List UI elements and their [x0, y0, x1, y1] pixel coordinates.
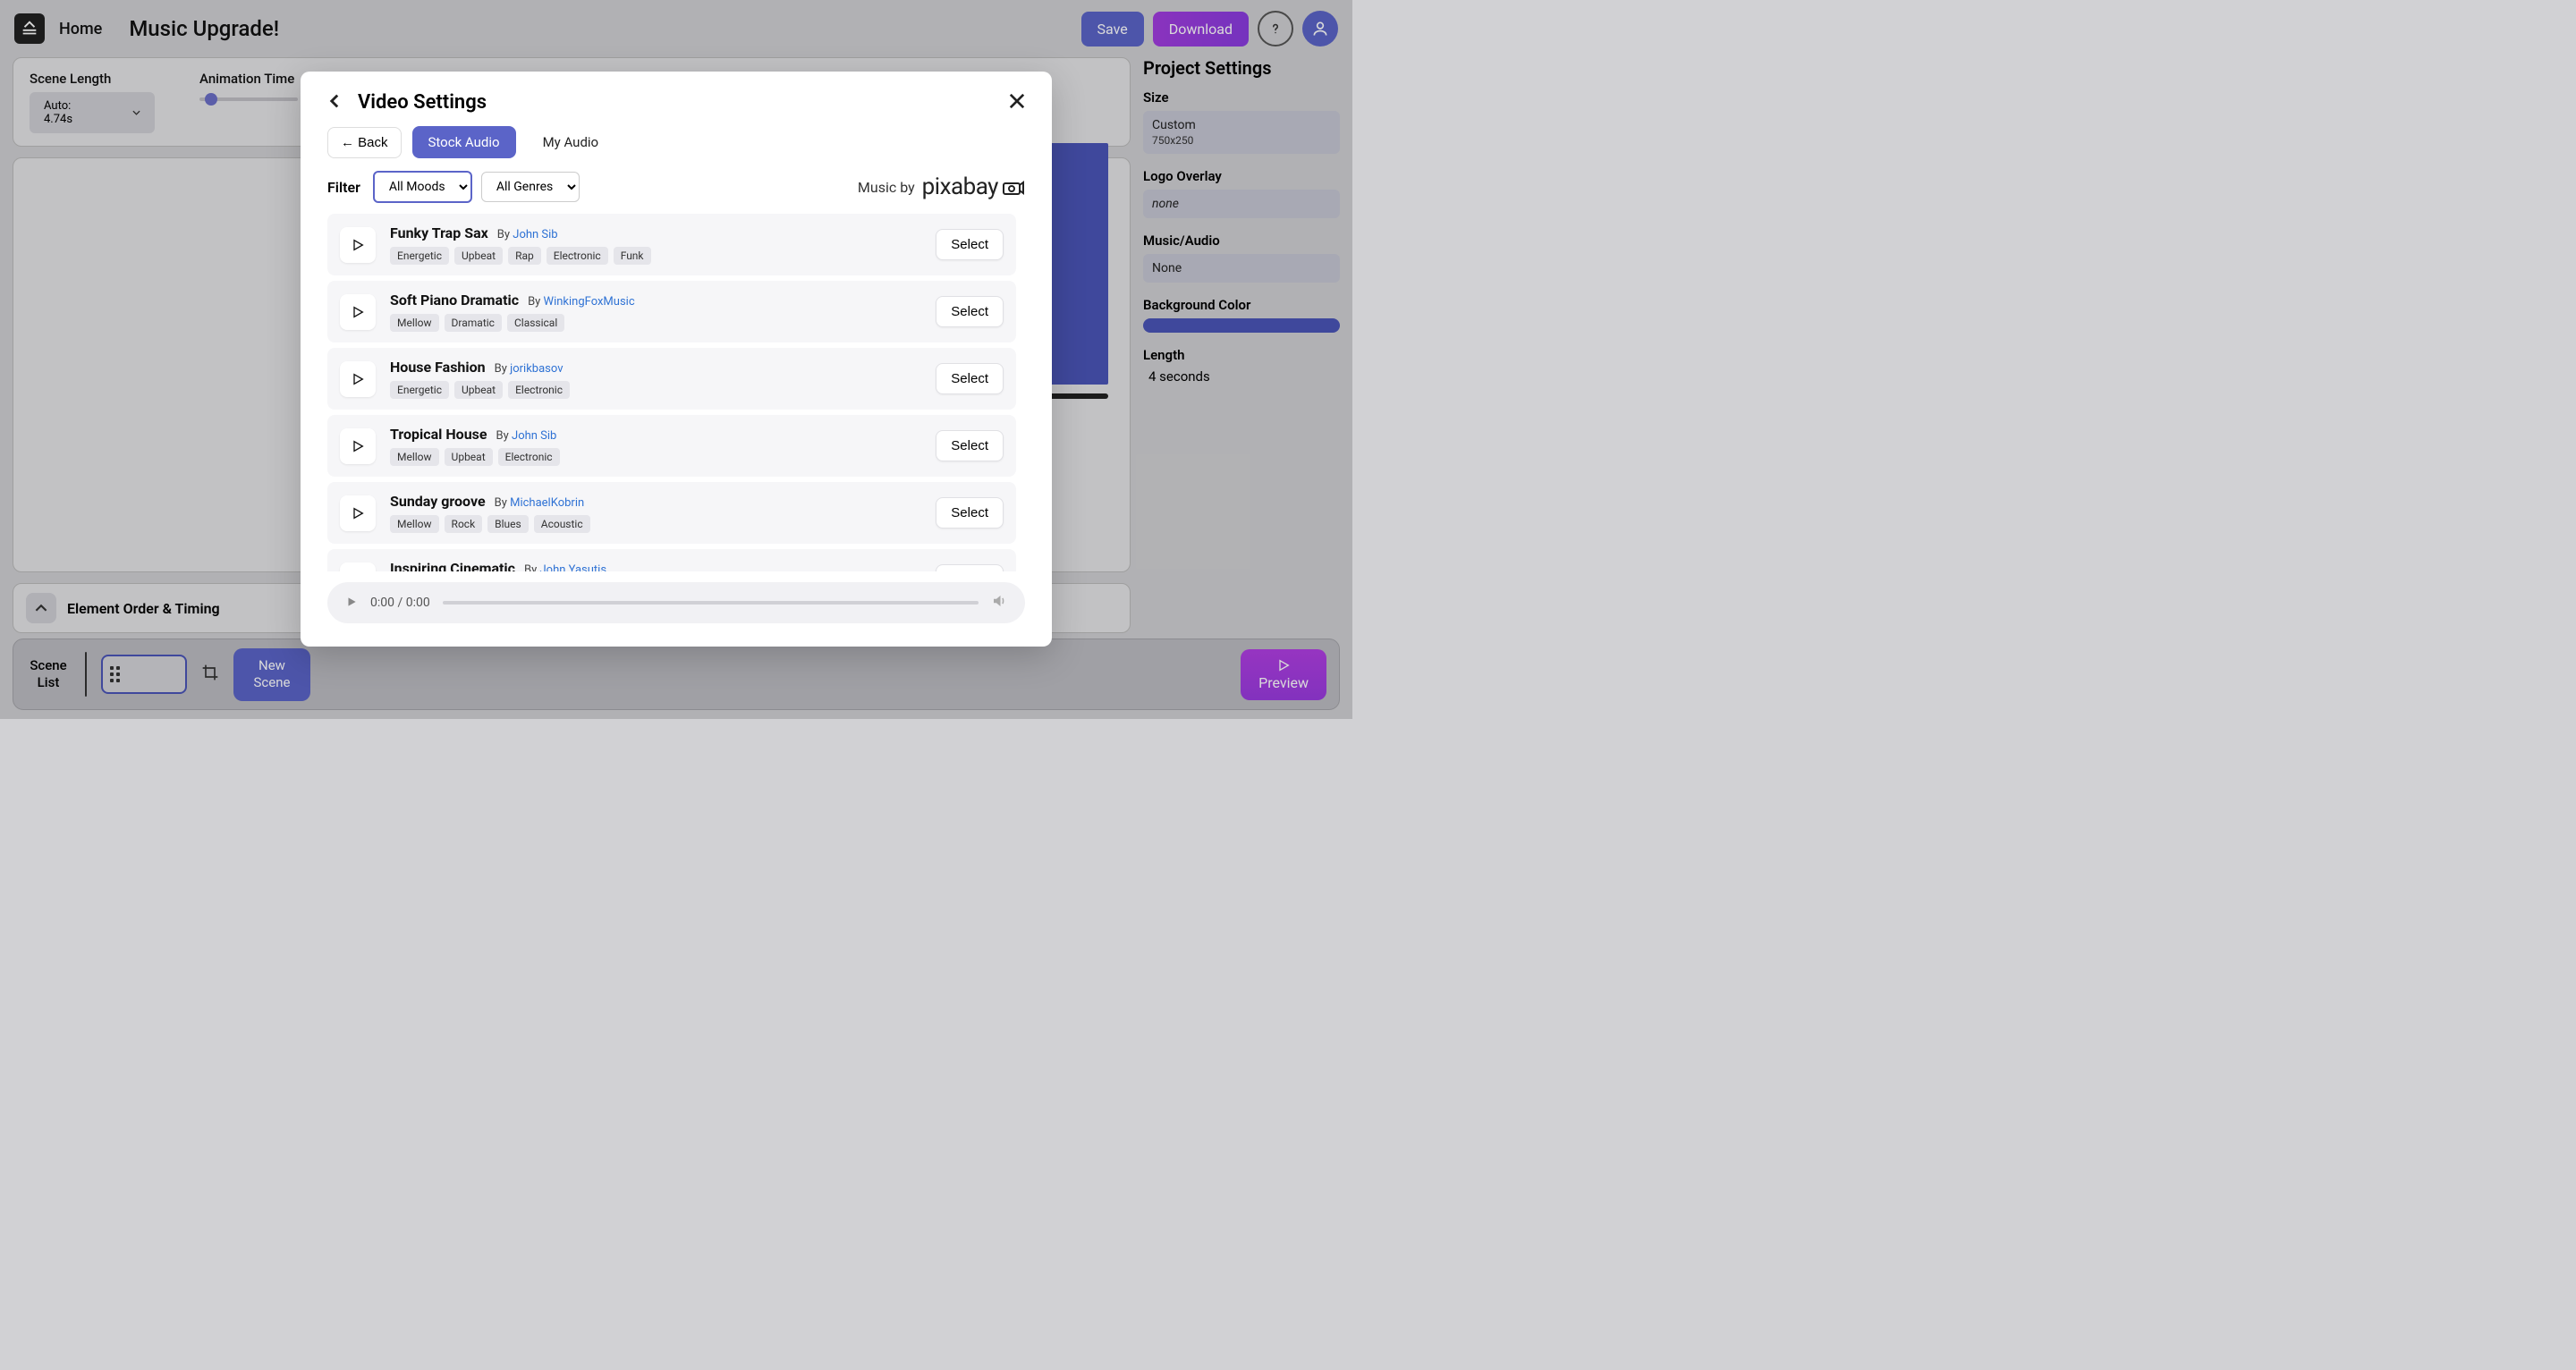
track-tag: Mellow [390, 314, 439, 332]
track-tag: Rock [445, 515, 483, 533]
track-play-button[interactable] [340, 495, 376, 531]
select-track-button[interactable]: Select [936, 430, 1004, 461]
track-tag: Mellow [390, 515, 439, 533]
track-play-button[interactable] [340, 294, 376, 330]
play-icon [351, 372, 365, 386]
track-tag: Funk [614, 247, 651, 265]
close-button[interactable] [1009, 93, 1025, 113]
play-icon [351, 506, 365, 520]
track-by-label: By John Yasutis [524, 563, 606, 571]
play-icon [351, 439, 365, 453]
moods-select[interactable]: All Moods [373, 171, 472, 203]
track-play-button[interactable] [340, 361, 376, 397]
genres-select[interactable]: All Genres [481, 172, 580, 202]
player-play-button[interactable] [345, 595, 358, 612]
track-tag: Electronic [498, 448, 560, 466]
play-icon [351, 305, 365, 319]
chevron-left-icon [327, 94, 342, 108]
track-title: Tropical House [390, 426, 487, 443]
track-tag: Upbeat [454, 381, 503, 399]
track-play-button[interactable] [340, 562, 376, 572]
modal-back-chevron[interactable] [327, 94, 342, 112]
track-author-link[interactable]: John Sib [513, 228, 557, 241]
select-track-button[interactable]: Select [936, 363, 1004, 394]
back-button[interactable]: ← Back [327, 127, 402, 158]
track-author-link[interactable]: John Yasutis [539, 563, 606, 571]
select-track-button[interactable]: Select [936, 497, 1004, 529]
player-progress[interactable] [443, 601, 979, 605]
track-row: Sunday groove By MichaelKobrin Mellow Roc… [327, 482, 1016, 544]
modal-title: Video Settings [358, 91, 487, 114]
track-tag: Upbeat [454, 247, 503, 265]
track-by-label: By John Sib [497, 228, 558, 241]
track-play-button[interactable] [340, 428, 376, 464]
track-by-label: By WinkingFoxMusic [528, 295, 635, 309]
track-tag: Mellow [390, 448, 439, 466]
track-author-link[interactable]: John Sib [512, 429, 556, 443]
track-title: Funky Trap Sax [390, 224, 488, 241]
track-tag: Blues [487, 515, 529, 533]
tab-my-audio[interactable]: My Audio [527, 126, 615, 158]
track-author-link[interactable]: MichaelKobrin [510, 496, 584, 510]
track-tag: Electronic [508, 381, 570, 399]
track-tag: Classical [507, 314, 564, 332]
close-icon [1009, 93, 1025, 109]
track-row: Tropical House By John Sib Mellow Upbeat E… [327, 415, 1016, 477]
track-title: Sunday groove [390, 493, 486, 510]
filter-label: Filter [327, 179, 360, 196]
tab-stock-audio[interactable]: Stock Audio [412, 126, 516, 158]
track-title: House Fashion [390, 359, 486, 376]
track-row: Soft Piano Dramatic By WinkingFoxMusic M… [327, 281, 1016, 342]
track-tag: Energetic [390, 381, 449, 399]
track-row: Inspiring Cinematic By John Yasutis Dram… [327, 549, 1016, 571]
audio-player: 0:00 / 0:00 [327, 582, 1025, 623]
select-track-button[interactable]: Select [936, 296, 1004, 327]
play-icon [351, 238, 365, 252]
track-title: Soft Piano Dramatic [390, 292, 519, 309]
track-by-label: By jorikbasov [495, 362, 564, 376]
track-tag: Energetic [390, 247, 449, 265]
track-tag: Acoustic [534, 515, 590, 533]
track-author-link[interactable]: jorikbasov [510, 362, 563, 376]
track-title: Inspiring Cinematic [390, 560, 515, 571]
track-tag: Rap [508, 247, 541, 265]
camera-icon [1002, 178, 1025, 196]
track-play-button[interactable] [340, 227, 376, 263]
track-tag: Dramatic [445, 314, 502, 332]
track-row: House Fashion By jorikbasov Energetic Upb… [327, 348, 1016, 410]
select-track-button[interactable]: Select [936, 229, 1004, 260]
pixabay-logo[interactable]: pixabay [922, 173, 1025, 200]
player-time: 0:00 / 0:00 [370, 596, 430, 610]
track-by-label: By John Sib [496, 429, 557, 443]
track-tag: Electronic [547, 247, 608, 265]
select-track-button[interactable]: Select [936, 564, 1004, 571]
music-by-label: Music by [858, 179, 915, 196]
track-author-link[interactable]: WinkingFoxMusic [544, 295, 635, 309]
track-list[interactable]: Funky Trap Sax By John Sib Energetic Upbe… [327, 214, 1025, 571]
track-by-label: By MichaelKobrin [495, 496, 585, 510]
track-row: Funky Trap Sax By John Sib Energetic Upbe… [327, 214, 1016, 275]
volume-icon [991, 593, 1007, 609]
player-volume-button[interactable] [991, 593, 1007, 613]
play-icon [345, 596, 358, 608]
video-settings-modal: Video Settings ← Back Stock Audio My Aud… [301, 72, 1052, 647]
track-tag: Upbeat [445, 448, 493, 466]
